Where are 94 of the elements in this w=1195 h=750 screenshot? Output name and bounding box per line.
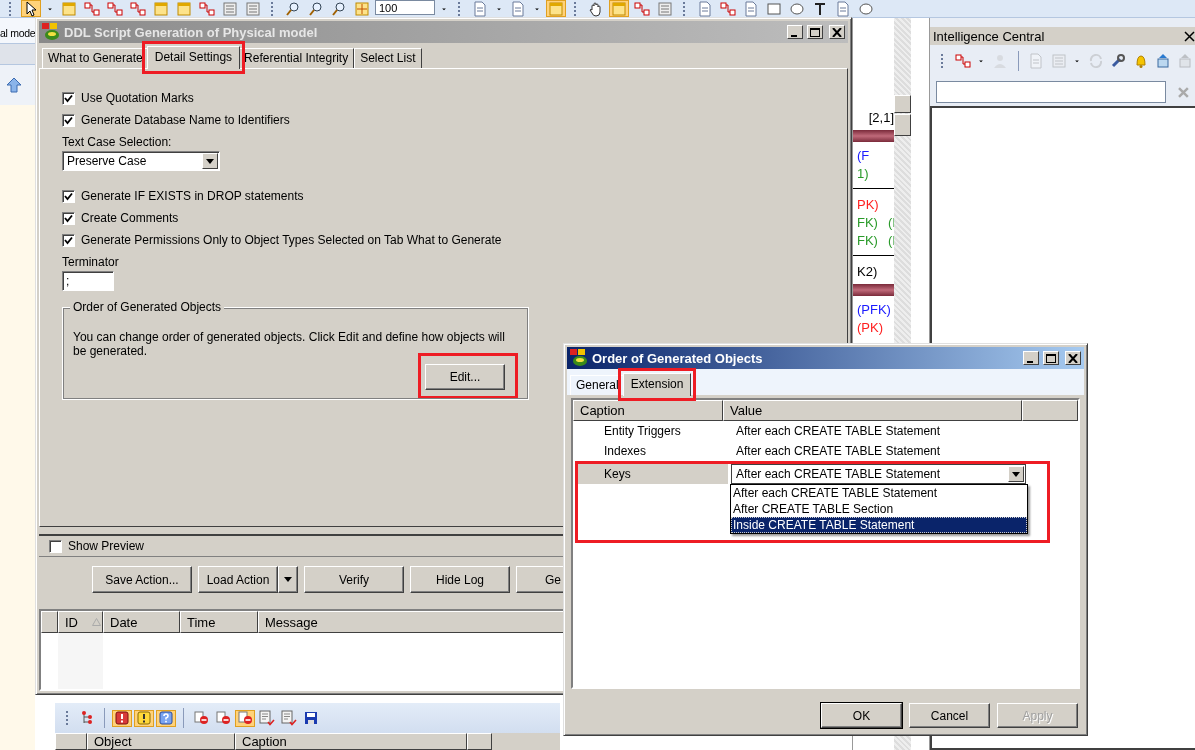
attribute-text: (PK) xyxy=(857,319,883,335)
app-logo-icon xyxy=(570,349,588,367)
app-logo-icon xyxy=(42,23,60,41)
connector-icon[interactable] xyxy=(197,0,217,17)
terminator-field[interactable]: ; xyxy=(62,271,114,291)
close-icon[interactable] xyxy=(1184,30,1195,42)
attribute-text: 1) xyxy=(857,165,869,181)
checkbox-label: Generate Database Name to Identifiers xyxy=(81,113,290,127)
checkbox-label: Show Preview xyxy=(68,539,145,553)
dialog-button[interactable]: OK xyxy=(821,703,902,728)
checkbox-label: Generate Permissions Only to Object Types Selected on Tab What to Generate xyxy=(81,233,502,247)
column-header[interactable]: Value xyxy=(723,400,1022,421)
connector-icon[interactable] xyxy=(128,0,148,17)
column-header[interactable]: Date xyxy=(103,611,180,633)
property-name[interactable]: Keys xyxy=(578,464,728,484)
field-label: Terminator xyxy=(62,255,119,269)
checkbox-label: Generate IF EXISTS in DROP statements xyxy=(81,189,304,203)
column-header[interactable]: Time xyxy=(180,611,258,633)
column-header[interactable]: ID xyxy=(58,611,103,633)
caret-icon[interactable] xyxy=(284,577,292,582)
pointer-icon[interactable] xyxy=(21,0,41,17)
checkbox[interactable] xyxy=(62,211,75,225)
edit-button[interactable]: Edit... xyxy=(425,364,505,390)
connector-icon[interactable] xyxy=(952,52,973,70)
property-value[interactable]: After each CREATE TABLE Statement xyxy=(728,424,941,438)
dropdown-option[interactable]: Inside CREATE TABLE Statement xyxy=(731,517,1027,533)
column-header[interactable]: Caption xyxy=(235,733,467,750)
rectangle-icon[interactable] xyxy=(764,0,784,17)
tab[interactable]: Referential Integrity xyxy=(238,48,355,68)
help-icon[interactable] xyxy=(156,709,176,727)
remove-icon[interactable] xyxy=(235,709,255,727)
caret-icon[interactable] xyxy=(206,158,214,164)
tab[interactable]: What to Generate xyxy=(42,48,149,68)
property-name[interactable]: Entity Triggers xyxy=(578,421,728,441)
connector-icon[interactable] xyxy=(718,0,738,17)
dropdown-button[interactable] xyxy=(278,566,298,593)
action-button[interactable]: Save Action... xyxy=(92,566,192,593)
attribute-text: [2,1] xyxy=(868,109,894,125)
zoom-combo[interactable]: 100 xyxy=(375,0,435,15)
warning-icon[interactable] xyxy=(134,709,154,727)
attribute-text: (F xyxy=(857,147,870,163)
verify-icon[interactable] xyxy=(279,709,299,727)
scrollbar-thumb[interactable] xyxy=(894,114,911,136)
entity-header xyxy=(853,284,894,296)
header-cell xyxy=(467,733,492,750)
dropdown-option[interactable]: After each CREATE TABLE Statement xyxy=(731,485,1027,501)
window-title: DDL Script Generation of Physical model xyxy=(64,24,319,40)
checkbox[interactable] xyxy=(62,91,75,105)
panel-title: Intelligence Central xyxy=(933,28,1045,44)
value-dropdown[interactable]: After each CREATE TABLE Statement xyxy=(731,464,1026,484)
caret-icon[interactable] xyxy=(1012,471,1020,477)
remove-icon[interactable] xyxy=(191,709,211,727)
text-case-dropdown[interactable]: Preserve Case xyxy=(62,151,220,171)
tab[interactable]: Select List xyxy=(354,48,422,68)
checkbox[interactable] xyxy=(62,113,75,127)
attribute-text: FK) xyxy=(857,232,878,248)
search-field[interactable] xyxy=(936,81,1167,103)
verify-icon[interactable] xyxy=(257,709,277,727)
remove-icon[interactable] xyxy=(213,709,233,727)
attribute-text: (PFK) xyxy=(857,301,891,317)
scroll-up-button[interactable] xyxy=(894,95,911,113)
connector-icon[interactable] xyxy=(632,0,652,17)
tab[interactable]: General xyxy=(570,375,625,395)
load-action-button[interactable]: Load Action xyxy=(198,566,278,593)
action-button[interactable]: Verify xyxy=(304,566,404,593)
panel-tab[interactable]: al mode xyxy=(0,18,35,44)
attribute-text: (I xyxy=(887,232,894,248)
field-label: Text Case Selection: xyxy=(62,135,172,149)
property-name[interactable]: Indexes xyxy=(578,441,728,461)
attribute-text: FK) xyxy=(857,214,878,230)
dropdown-option[interactable]: After CREATE TABLE Section xyxy=(731,501,1027,517)
connector-icon[interactable] xyxy=(105,0,125,17)
connector-icon[interactable] xyxy=(82,0,102,17)
up-arrow-icon[interactable] xyxy=(6,77,22,93)
ellipse-icon[interactable] xyxy=(787,0,807,17)
attribute-text: K2) xyxy=(857,263,878,279)
error-icon[interactable] xyxy=(112,709,132,727)
group-title: Order of Generated Objects xyxy=(70,300,225,314)
checkbox[interactable] xyxy=(49,539,62,553)
checkbox[interactable] xyxy=(62,233,75,247)
checkbox-label: Use Quotation Marks xyxy=(81,91,194,105)
column-header[interactable]: Object xyxy=(87,733,235,750)
window-title: Order of Generated Objects xyxy=(592,350,764,366)
entity-header xyxy=(853,130,894,142)
attribute-text: (I xyxy=(887,214,894,230)
checkbox[interactable] xyxy=(62,189,75,203)
ellipse-icon[interactable] xyxy=(856,0,876,17)
property-value[interactable]: After each CREATE TABLE Statement xyxy=(728,444,941,458)
description-text: You can change order of generated objects. Click Edit and define how objects will be generated. xyxy=(73,330,506,358)
attribute-text: PK) xyxy=(857,196,879,212)
dialog-button[interactable]: Cancel xyxy=(909,703,990,728)
column-header[interactable]: Caption xyxy=(573,400,723,421)
action-button[interactable]: Hide Log xyxy=(410,566,510,593)
checkbox-label: Create Comments xyxy=(81,211,179,225)
